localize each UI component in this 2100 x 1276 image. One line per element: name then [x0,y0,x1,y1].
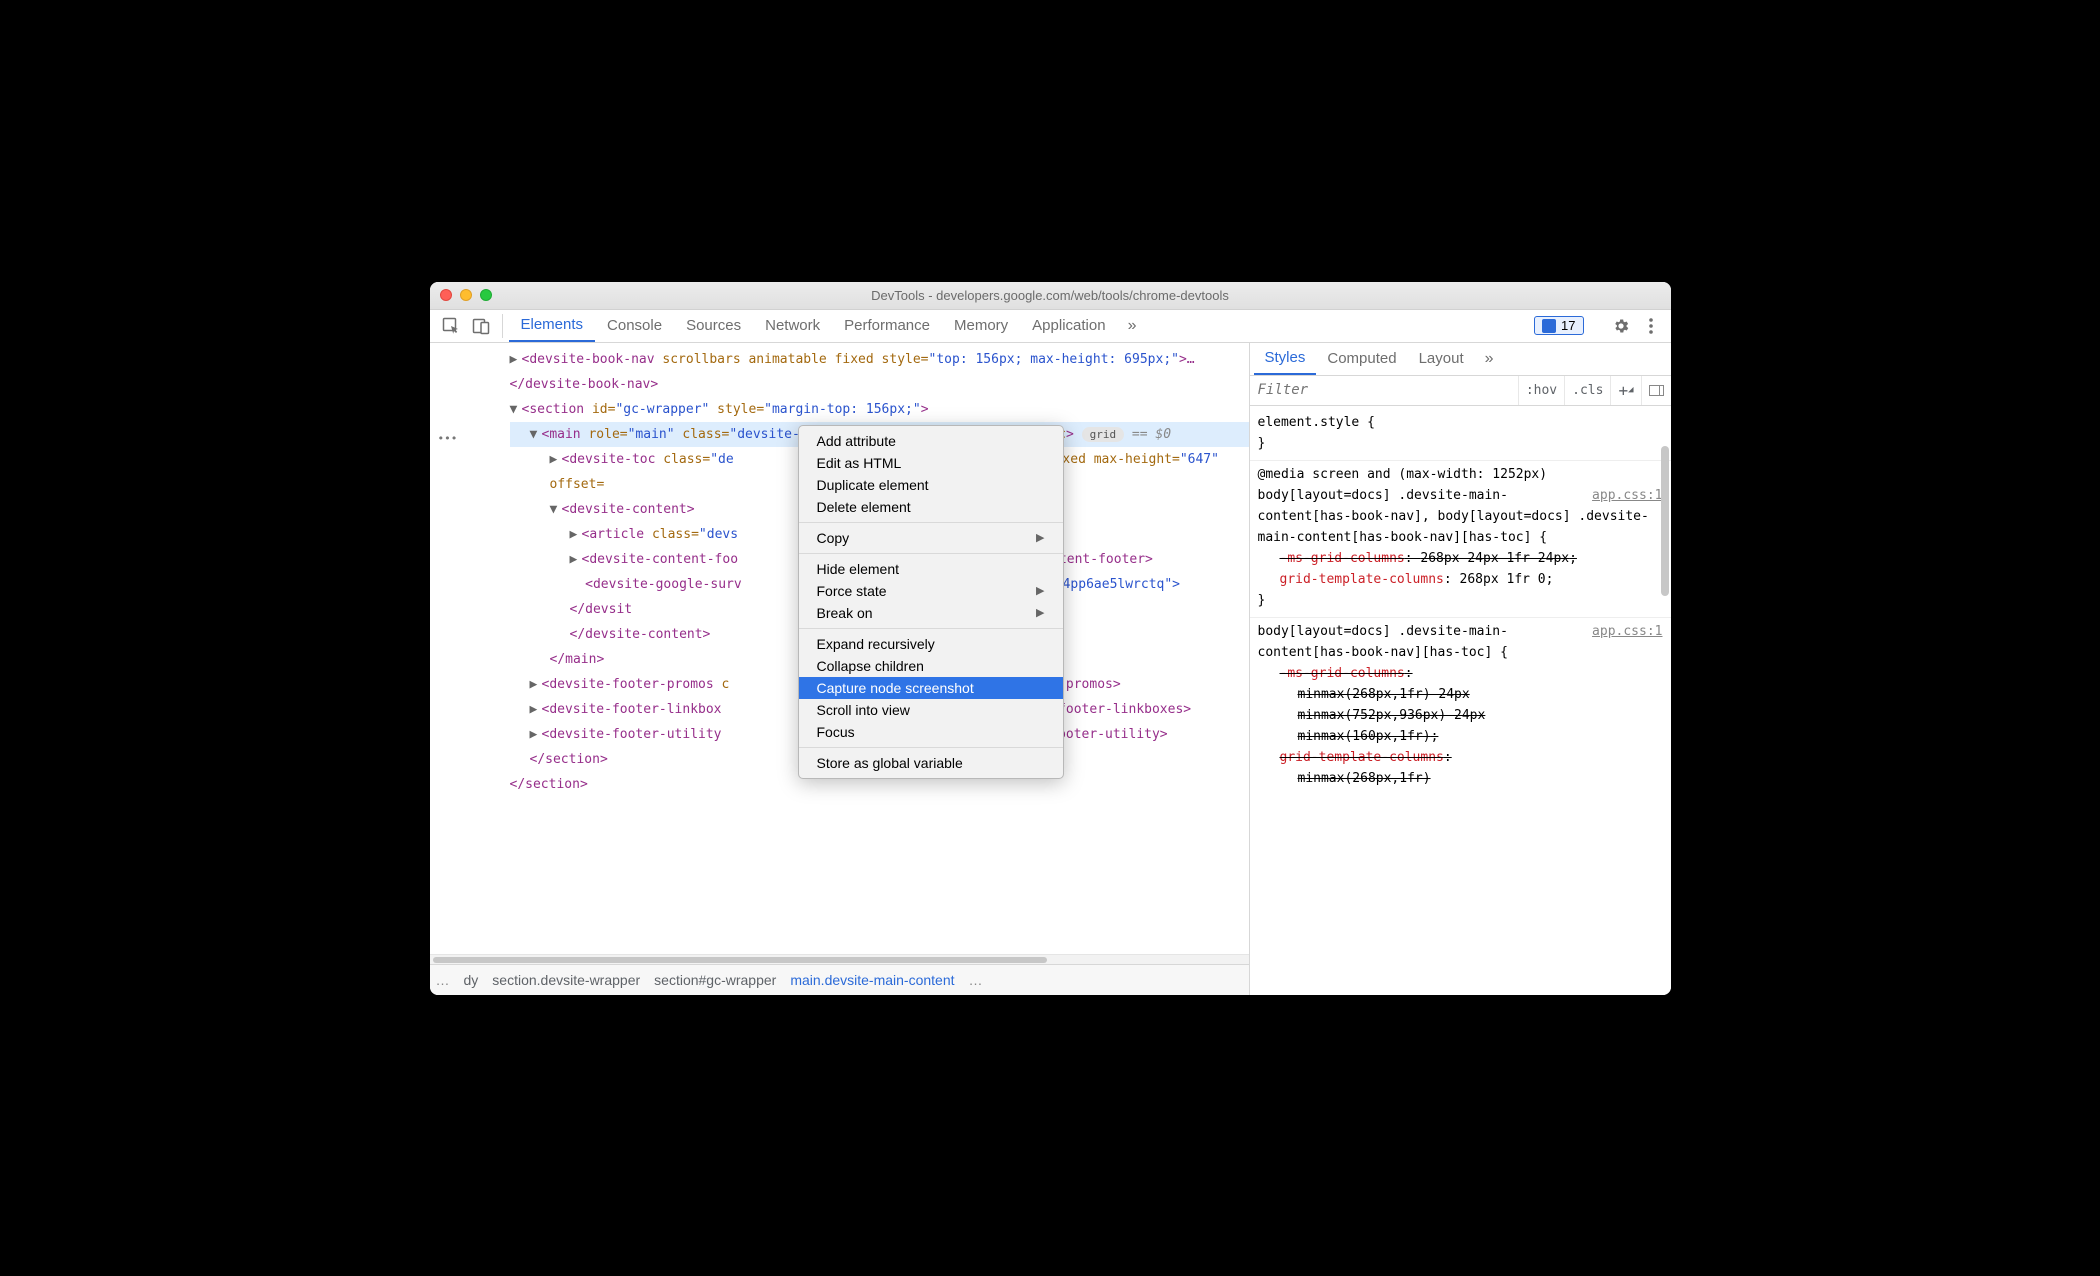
breadcrumb-item[interactable]: section#gc-wrapper [654,972,776,988]
source-link[interactable]: app.css:1 [1592,621,1662,642]
breadcrumb-bar: … dy section.devsite-wrapper section#gc-… [430,964,1249,995]
tab-memory[interactable]: Memory [942,310,1020,342]
tab-application[interactable]: Application [1020,310,1117,342]
panel-tabs: Elements Console Sources Network Perform… [509,310,1118,342]
dom-horizontal-scrollbar[interactable] [430,954,1249,964]
more-options-icon[interactable] [1639,314,1663,338]
message-icon [1542,319,1556,333]
context-menu-item[interactable]: Hide element [799,558,1063,580]
console-messages-badge[interactable]: 17 [1534,316,1583,335]
context-menu-separator [799,747,1063,748]
style-rule: app.css:1 body[layout=docs] .devsite-mai… [1250,618,1671,795]
context-menu-item[interactable]: Copy▶ [799,527,1063,549]
context-menu-item[interactable]: Delete element [799,496,1063,518]
context-menu-item[interactable]: Duplicate element [799,474,1063,496]
breadcrumb-item[interactable]: section.devsite-wrapper [492,972,640,988]
styles-tab[interactable]: Styles [1254,343,1317,375]
styles-content[interactable]: element.style { } @media screen and (max… [1250,406,1671,995]
styles-sidebar: Styles Computed Layout » :hov .cls +◢ el… [1250,343,1671,995]
computed-tab[interactable]: Computed [1316,343,1407,375]
sidebar-tabs: Styles Computed Layout » [1250,343,1671,376]
toolbar-right: 17 [1534,310,1664,342]
window-title: DevTools - developers.google.com/web/too… [430,288,1671,303]
tab-performance[interactable]: Performance [832,310,942,342]
context-menu-item[interactable]: Add attribute [799,430,1063,452]
tab-sources[interactable]: Sources [674,310,753,342]
device-toggle-icon[interactable] [466,310,496,342]
context-menu-item[interactable]: Collapse children [799,655,1063,677]
inspect-element-icon[interactable] [436,310,466,342]
main-toolbar: Elements Console Sources Network Perform… [430,310,1671,343]
sidebar-more-tabs[interactable]: » [1475,343,1504,375]
tab-elements[interactable]: Elements [509,310,596,342]
titlebar: DevTools - developers.google.com/web/too… [430,282,1671,310]
context-menu-item[interactable]: Focus [799,721,1063,743]
context-menu-item[interactable]: Expand recursively [799,633,1063,655]
source-link[interactable]: app.css:1 [1592,485,1662,506]
style-rule: element.style { } [1250,409,1671,461]
settings-icon[interactable] [1609,314,1633,338]
breadcrumb-overflow-left[interactable]: … [436,972,450,988]
breadcrumb-item[interactable]: dy [464,972,479,988]
context-menu-item[interactable]: Scroll into view [799,699,1063,721]
more-tabs-button[interactable]: » [1118,310,1147,342]
hov-button[interactable]: :hov [1518,376,1564,405]
breadcrumb-item-active[interactable]: main.devsite-main-content [790,972,954,988]
context-menu-separator [799,628,1063,629]
styles-scrollbar[interactable] [1661,446,1669,826]
devtools-window: DevTools - developers.google.com/web/too… [430,282,1671,995]
context-menu-item[interactable]: Break on▶ [799,602,1063,624]
styles-filter-row: :hov .cls +◢ [1250,376,1671,406]
toolbar-separator [502,314,503,338]
context-menu-separator [799,522,1063,523]
context-menu-item[interactable]: Capture node screenshot [799,677,1063,699]
tab-network[interactable]: Network [753,310,832,342]
cls-button[interactable]: .cls [1564,376,1610,405]
breadcrumb-overflow-right[interactable]: … [969,972,983,988]
styles-filter-input[interactable] [1250,382,1420,398]
context-menu-item[interactable]: Store as global variable [799,752,1063,774]
style-rule: @media screen and (max-width: 1252px) ap… [1250,461,1671,618]
message-count: 17 [1561,318,1575,333]
context-menu-separator [799,553,1063,554]
context-menu: Add attributeEdit as HTMLDuplicate eleme… [798,425,1064,779]
toggle-panel-icon[interactable] [1641,376,1671,405]
new-style-rule-button[interactable]: +◢ [1610,376,1640,405]
tab-console[interactable]: Console [595,310,674,342]
context-menu-item[interactable]: Force state▶ [799,580,1063,602]
context-menu-item[interactable]: Edit as HTML [799,452,1063,474]
layout-tab[interactable]: Layout [1408,343,1475,375]
